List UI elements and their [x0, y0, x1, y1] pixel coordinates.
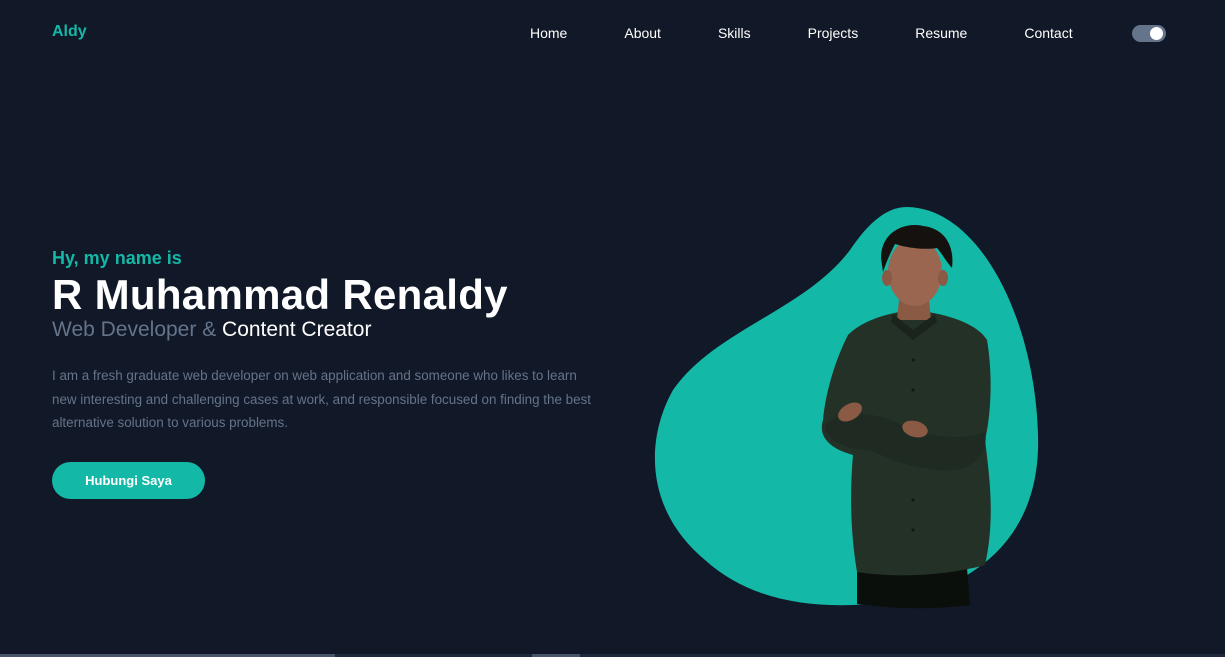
brand-logo[interactable]: Aldy	[52, 23, 87, 41]
hero-role: Web Developer & Content Creator	[52, 318, 371, 342]
nav-about[interactable]: About	[624, 25, 661, 41]
role-secondary: Content Creator	[222, 318, 372, 341]
nav-resume[interactable]: Resume	[915, 25, 967, 41]
theme-toggle-icon	[1150, 27, 1163, 40]
nav-projects[interactable]: Projects	[808, 25, 859, 41]
role-primary: Web Developer &	[52, 318, 223, 341]
main-nav: Home About Skills Projects Resume Contac…	[530, 25, 1073, 41]
theme-toggle[interactable]	[1132, 25, 1166, 42]
nav-contact[interactable]: Contact	[1024, 25, 1072, 41]
hero-description: I am a fresh graduate web developer on w…	[52, 368, 591, 430]
hero-name: R Muhammad Renaldy	[52, 271, 508, 318]
nav-home[interactable]: Home	[530, 25, 567, 41]
hero-greeting: Hy, my name is	[52, 248, 182, 268]
profile-photo	[654, 207, 1039, 609]
nav-skills[interactable]: Skills	[718, 25, 751, 41]
page: Aldy Home About Skills Projects Resume C…	[0, 0, 1225, 657]
contact-button[interactable]: Hubungi Saya	[52, 462, 205, 499]
